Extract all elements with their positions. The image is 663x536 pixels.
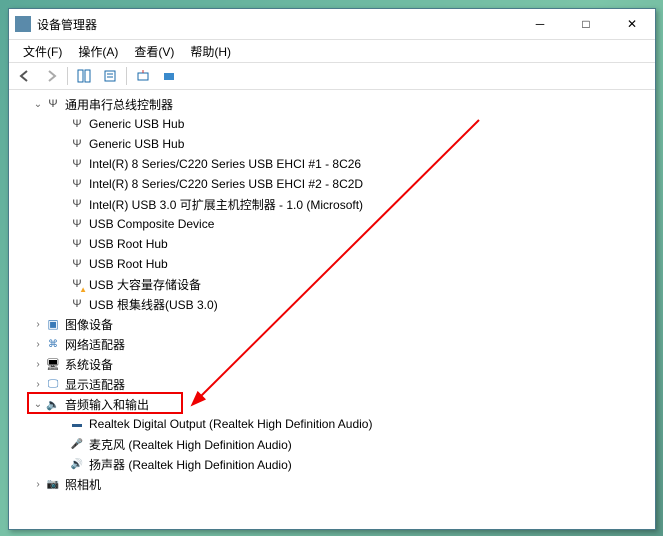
device-item[interactable]: 麦克风 (Realtek High Definition Audio) [9,434,655,454]
menu-help[interactable]: 帮助(H) [182,41,239,62]
category-display[interactable]: › 显示适配器 [9,374,655,394]
expand-icon[interactable]: › [31,479,45,490]
maximize-button[interactable]: □ [563,9,609,39]
category-label: 图像设备 [65,316,113,333]
back-button[interactable] [13,64,37,88]
separator [126,67,127,85]
device-item[interactable]: Intel(R) 8 Series/C220 Series USB EHCI #… [9,154,655,174]
device-item[interactable]: Intel(R) 8 Series/C220 Series USB EHCI #… [9,174,655,194]
menubar: 文件(F) 操作(A) 查看(V) 帮助(H) [9,40,655,63]
scan-button[interactable] [131,64,155,88]
device-item[interactable]: Generic USB Hub [9,134,655,154]
category-label: 网络适配器 [65,336,125,353]
separator [67,67,68,85]
category-audio[interactable]: ⌄ 音频输入和输出 [9,394,655,414]
imaging-icon [45,316,61,332]
expand-icon[interactable]: › [31,379,45,390]
camera-icon [45,476,61,492]
device-item[interactable]: USB Root Hub [9,254,655,274]
device-item[interactable]: Realtek Digital Output (Realtek High Def… [9,414,655,434]
show-hide-button[interactable] [72,64,96,88]
category-label: 通用串行总线控制器 [65,96,173,113]
network-icon [45,336,61,352]
device-item[interactable]: Generic USB Hub [9,114,655,134]
category-imaging[interactable]: › 图像设备 [9,314,655,334]
device-item[interactable]: Intel(R) USB 3.0 可扩展主机控制器 - 1.0 (Microso… [9,194,655,214]
category-label: 显示适配器 [65,376,125,393]
device-tree[interactable]: ⌄ 通用串行总线控制器 Generic USB Hub Generic USB … [9,90,655,536]
collapse-icon[interactable]: ⌄ [31,99,45,110]
menu-action[interactable]: 操作(A) [70,41,126,62]
usb-icon [69,196,85,212]
usb-icon [69,116,85,132]
menu-file[interactable]: 文件(F) [15,41,70,62]
usb-icon [69,216,85,232]
usb-icon [69,256,85,272]
device-manager-window: 设备管理器 ─ □ ✕ 文件(F) 操作(A) 查看(V) 帮助(H) [8,8,656,530]
microphone-icon [69,436,85,452]
device-item[interactable]: USB 根集线器(USB 3.0) [9,294,655,314]
usb-icon [69,236,85,252]
app-icon [15,16,31,32]
device-item[interactable]: USB Composite Device [9,214,655,234]
category-label: 照相机 [65,476,101,493]
toolbar [9,63,655,90]
expand-icon[interactable]: › [31,319,45,330]
digital-output-icon [69,416,85,432]
category-label: 音频输入和输出 [65,396,149,413]
usb-icon [69,156,85,172]
properties-button[interactable] [98,64,122,88]
titlebar[interactable]: 设备管理器 ─ □ ✕ [9,9,655,40]
window-title: 设备管理器 [37,16,517,33]
menu-view[interactable]: 查看(V) [126,41,182,62]
usb-icon [69,136,85,152]
help-button[interactable] [157,64,181,88]
close-button[interactable]: ✕ [609,9,655,39]
collapse-icon[interactable]: ⌄ [31,399,45,410]
speaker-icon [69,456,85,472]
category-system[interactable]: › 系统设备 [9,354,655,374]
forward-button[interactable] [39,64,63,88]
system-icon [45,356,61,372]
device-item-warning[interactable]: USB 大容量存储设备 [9,274,655,294]
expand-icon[interactable]: › [31,359,45,370]
usb-icon [45,96,61,112]
display-icon [45,376,61,392]
usb-warning-icon [69,276,85,292]
category-camera[interactable]: › 照相机 [9,474,655,494]
category-network[interactable]: › 网络适配器 [9,334,655,354]
device-item[interactable]: 扬声器 (Realtek High Definition Audio) [9,454,655,474]
category-usb[interactable]: ⌄ 通用串行总线控制器 [9,94,655,114]
usb-icon [69,176,85,192]
audio-icon [45,396,61,412]
expand-icon[interactable]: › [31,339,45,350]
device-item[interactable]: USB Root Hub [9,234,655,254]
usb-icon [69,296,85,312]
category-label: 系统设备 [65,356,113,373]
minimize-button[interactable]: ─ [517,9,563,39]
